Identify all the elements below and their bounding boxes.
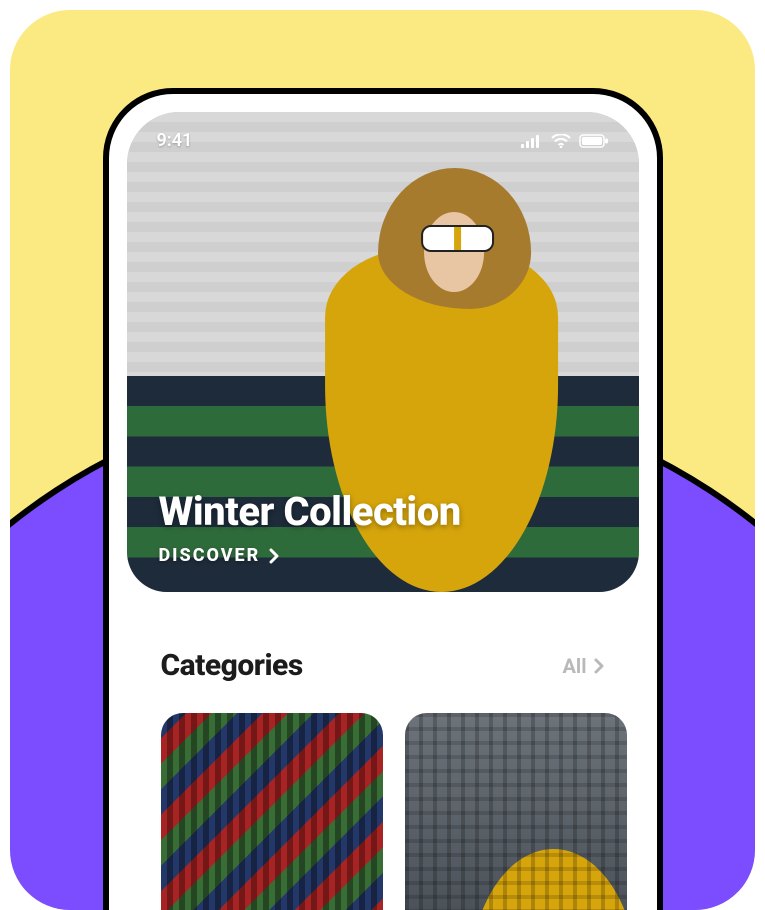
hero-title: Winter Collection bbox=[159, 488, 461, 535]
discover-label: DISCOVER bbox=[159, 545, 261, 566]
status-indicators bbox=[521, 134, 609, 148]
hero-banner[interactable]: 9:41 bbox=[127, 112, 639, 592]
chevron-right-icon bbox=[593, 658, 605, 674]
status-time: 9:41 bbox=[157, 130, 193, 151]
mockup-background: 9:41 bbox=[10, 10, 755, 910]
discover-button[interactable]: DISCOVER bbox=[159, 545, 281, 566]
category-card[interactable] bbox=[161, 713, 383, 910]
categories-all-link[interactable]: All bbox=[562, 654, 604, 678]
categories-title: Categories bbox=[161, 648, 303, 683]
phone-screen: 9:41 bbox=[127, 112, 639, 910]
category-card[interactable] bbox=[405, 713, 627, 910]
battery-icon bbox=[579, 134, 609, 148]
categories-row[interactable] bbox=[161, 713, 605, 910]
chevron-right-icon bbox=[268, 548, 280, 564]
status-bar: 9:41 bbox=[157, 130, 609, 151]
categories-header: Categories All bbox=[161, 648, 605, 683]
categories-section: Categories All bbox=[127, 592, 639, 910]
hero-text: Winter Collection DISCOVER bbox=[159, 488, 461, 566]
all-label: All bbox=[562, 654, 586, 678]
phone-frame: 9:41 bbox=[103, 88, 663, 910]
wifi-icon bbox=[551, 134, 571, 148]
signal-bars-icon bbox=[521, 134, 543, 148]
